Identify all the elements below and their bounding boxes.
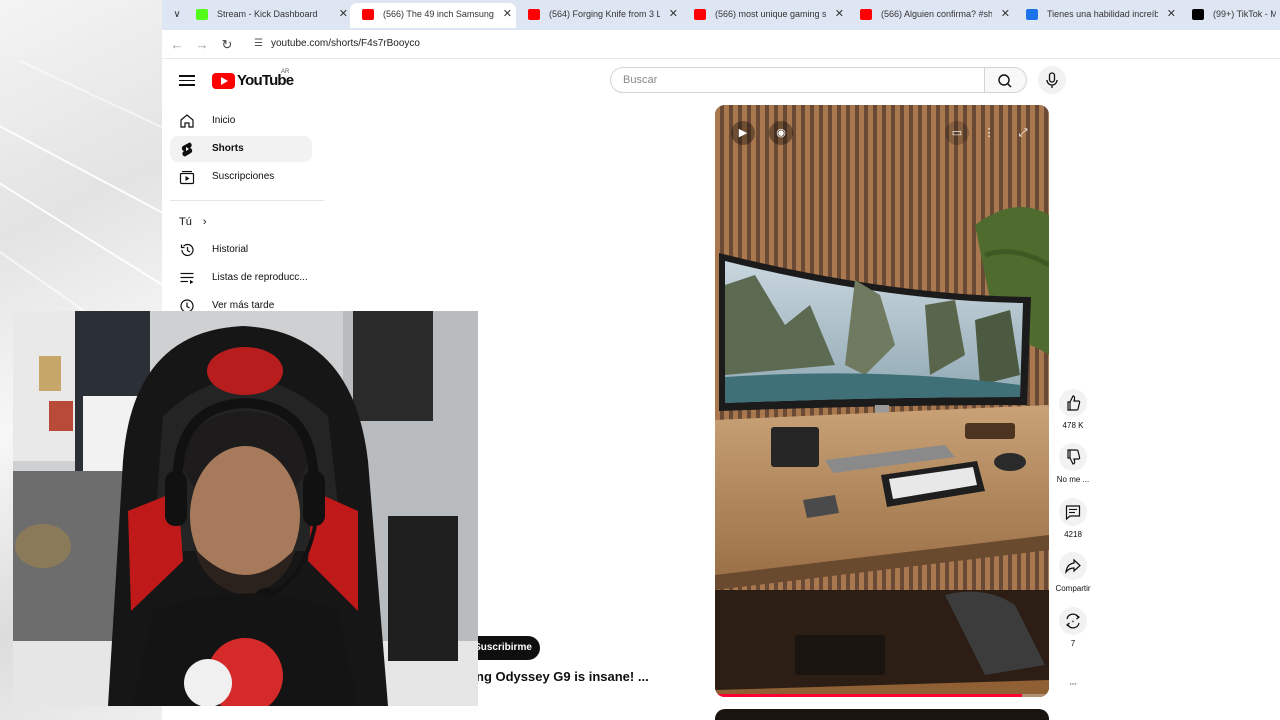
tab-gaming-setup[interactable]: (566) most unique gaming setup ✕ [682, 3, 848, 28]
share-label: Compartir [1055, 584, 1091, 593]
channel-thumbnail[interactable]: ●●● [1058, 678, 1088, 690]
sidebar-item-label: Shorts [212, 143, 244, 154]
comments-button[interactable]: 4218 [1054, 498, 1092, 539]
sidebar-item-label: Ver más tarde [212, 300, 275, 311]
country-code: AR [281, 69, 290, 75]
fullscreen-icon[interactable]: ⤢ [1011, 121, 1035, 145]
tab-title: (99+) TikTok - Make Your Day [1213, 9, 1276, 19]
chevron-right-icon: › [202, 216, 207, 228]
sidebar-item-label: Historial [212, 244, 249, 255]
tab-title: (566) The 49 inch Samsung Odyssey [383, 9, 494, 19]
home-icon [180, 114, 194, 128]
video-progress-fill [715, 694, 1023, 697]
dislike-button[interactable]: No me ... [1054, 443, 1092, 484]
voice-search-button[interactable] [1038, 66, 1066, 94]
svg-text:+: + [1072, 619, 1075, 625]
sidebar-item-inicio[interactable]: Inicio [170, 108, 312, 134]
play-pause-icon[interactable]: ▶ [731, 121, 755, 145]
tab-kick-dashboard[interactable]: Stream - Kick Dashboard ✕ [184, 3, 352, 28]
tab-title: Stream - Kick Dashboard [217, 9, 318, 19]
site-info-icon[interactable]: ☰ [254, 38, 263, 49]
more-options-icon[interactable]: ⋮ [977, 121, 1001, 145]
video-progress-bar[interactable] [715, 694, 1049, 697]
search-input[interactable]: Buscar [610, 67, 985, 93]
tab-tiktok[interactable]: (99+) TikTok - Make Your Day [1180, 3, 1280, 28]
back-arrow-icon[interactable]: ← [168, 36, 186, 54]
dislike-label: No me ... [1056, 475, 1090, 484]
tab-title: (566) Alguien confirma? #shorts [881, 9, 992, 19]
webcam-feed [13, 311, 478, 706]
microphone-icon [1046, 72, 1058, 88]
sidebar-item-label: Suscripciones [212, 171, 275, 182]
sidebar-item-historial[interactable]: Historial [170, 237, 312, 263]
shorts-icon [181, 142, 193, 157]
tab-samsung-odyssey[interactable]: (566) The 49 inch Samsung Odyssey ✕ [350, 3, 516, 28]
remix-icon: + [1065, 613, 1081, 629]
tab-close-icon[interactable]: ✕ [1001, 3, 1010, 26]
sidebar-divider [170, 200, 324, 201]
sidebar-item-suscripciones[interactable]: Suscripciones [170, 164, 312, 190]
url-text: youtube.com/shorts/F4s7rBooyco [271, 38, 420, 49]
tab-habilidad[interactable]: Tienes una habilidad increíble ✕ [1014, 3, 1180, 28]
site-favicon-icon [1026, 9, 1038, 20]
like-button[interactable]: 478 K [1054, 389, 1092, 430]
youtube-favicon-icon [694, 9, 706, 20]
tab-title: Tienes una habilidad increíble [1047, 9, 1158, 19]
tab-close-icon[interactable]: ✕ [835, 3, 844, 26]
reload-icon[interactable]: ↻ [218, 36, 236, 54]
volume-icon[interactable]: ◉ [769, 121, 793, 145]
tiktok-favicon-icon [1192, 9, 1204, 20]
share-button[interactable]: Compartir [1054, 552, 1092, 593]
tab-close-icon[interactable]: ✕ [503, 3, 512, 26]
youtube-favicon-icon [860, 9, 872, 20]
tab-close-icon[interactable]: ✕ [1167, 3, 1176, 26]
sidebar-item-shorts[interactable]: Shorts [170, 136, 312, 162]
search-button[interactable] [985, 67, 1027, 93]
tab-close-icon[interactable]: ✕ [669, 3, 678, 26]
sidebar-you-section[interactable]: Tú › [179, 216, 207, 228]
sidebar-item-label: Inicio [212, 115, 236, 126]
youtube-favicon-icon [362, 9, 374, 20]
tab-title: (564) Forging Knife from 3 Layers [549, 9, 660, 19]
youtube-favicon-icon [528, 9, 540, 20]
sidebar-item-label: Listas de reproducc... [212, 272, 308, 283]
sidebar-item-listas[interactable]: Listas de reproducc... [170, 265, 312, 291]
tab-bar: ∨ Stream - Kick Dashboard ✕ (566) The 49… [162, 0, 1280, 30]
history-icon [180, 243, 194, 257]
tab-title: (566) most unique gaming setup [715, 9, 826, 19]
remix-count: 7 [1070, 639, 1076, 648]
webcam-overlay [13, 311, 478, 706]
video-frame [715, 105, 1049, 697]
search-placeholder: Buscar [623, 74, 658, 86]
forward-arrow-icon[interactable]: → [193, 36, 211, 54]
captions-icon[interactable]: ▭ [945, 121, 969, 145]
url-field[interactable]: ☰ youtube.com/shorts/F4s7rBooyco [246, 34, 1206, 56]
like-icon [1067, 395, 1081, 411]
share-icon [1065, 558, 1081, 575]
subscriptions-icon [179, 170, 195, 185]
comment-count: 4218 [1064, 530, 1082, 539]
next-short-preview[interactable] [715, 709, 1049, 720]
like-count: 478 K [1062, 421, 1084, 430]
tab-alguien-confirma[interactable]: (566) Alguien confirma? #shorts ✕ [848, 3, 1014, 28]
playlist-icon [180, 272, 194, 284]
remix-button[interactable]: + 7 [1054, 607, 1092, 648]
tab-close-icon[interactable]: ✕ [339, 3, 348, 26]
comment-icon [1065, 505, 1081, 521]
tab-forging-knife[interactable]: (564) Forging Knife from 3 Layers ✕ [516, 3, 682, 28]
you-section-label: Tú [179, 216, 192, 228]
short-title[interactable]: ng Odyssey G9 is insane! ... [476, 669, 649, 684]
youtube-play-logo-icon [212, 73, 235, 89]
search-icon [998, 74, 1012, 88]
short-video-player[interactable]: ▶ ◉ ▭ ⋮ ⤢ [715, 105, 1049, 697]
hamburger-menu-icon[interactable] [179, 72, 195, 88]
dislike-icon [1067, 449, 1081, 465]
address-bar: ← → ↻ ☰ youtube.com/shorts/F4s7rBooyco [162, 30, 1280, 59]
kick-favicon-icon [196, 9, 208, 20]
